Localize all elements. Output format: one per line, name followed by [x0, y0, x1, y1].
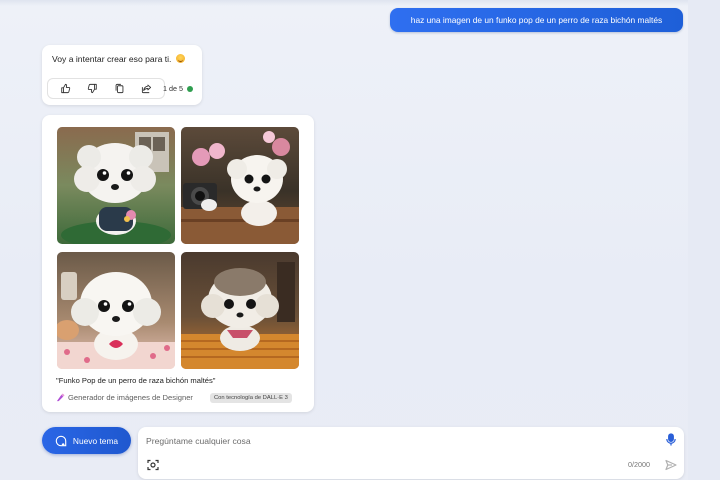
- generated-image-2[interactable]: [181, 127, 299, 244]
- user-message-bubble: haz una imagen de un funko pop de un per…: [390, 8, 683, 32]
- generated-image-4[interactable]: [181, 252, 299, 369]
- chat-input[interactable]: [146, 433, 646, 449]
- page-count: 1 de 5: [163, 84, 183, 93]
- user-message-text: haz una imagen de un funko pop de un per…: [410, 15, 663, 25]
- composer: 0/2000: [138, 427, 684, 479]
- share-button[interactable]: [139, 81, 155, 97]
- right-gutter: [688, 0, 720, 480]
- copy-icon: [115, 83, 124, 94]
- dalle-badge: Con tecnología de DALL·E 3: [210, 393, 292, 403]
- image-scan-icon[interactable]: [147, 459, 159, 471]
- thumbs-down-icon: [87, 83, 97, 94]
- smiling-face-icon: [175, 54, 185, 63]
- image-caption: "Funko Pop de un perro de raza bichón ma…: [56, 376, 216, 385]
- page-top-fade: [0, 0, 720, 6]
- send-icon[interactable]: [665, 459, 677, 471]
- dog-garden-image: [57, 127, 175, 244]
- char-count: 0/2000: [628, 460, 650, 469]
- new-chat-icon: [55, 435, 67, 446]
- generated-image-1[interactable]: [57, 127, 175, 244]
- bot-reply-text: Voy a intentar crear eso para ti.: [52, 54, 172, 64]
- page-indicator: 1 de 5: [163, 84, 193, 93]
- generated-image-3[interactable]: [57, 252, 175, 369]
- microphone-icon[interactable]: [665, 433, 677, 446]
- thumbs-up-icon: [61, 83, 71, 94]
- designer-label[interactable]: Generador de imágenes de Designer: [68, 393, 193, 402]
- thumbs-down-button[interactable]: [85, 81, 101, 97]
- dog-camera-image: [181, 127, 299, 244]
- copy-button[interactable]: [112, 81, 128, 97]
- bot-reply-text-row: Voy a intentar crear eso para ti.: [52, 54, 185, 64]
- new-topic-label: Nuevo tema: [72, 435, 119, 446]
- bot-reply-card: Voy a intentar crear eso para ti. 1 de 5: [42, 45, 202, 105]
- new-topic-button[interactable]: Nuevo tema: [42, 427, 131, 454]
- dog-textile-image: [181, 252, 299, 369]
- thumbs-up-button[interactable]: [58, 81, 74, 97]
- reply-actions: [47, 78, 165, 99]
- share-icon: [141, 84, 152, 94]
- image-result-card: "Funko Pop de un perro de raza bichón ma…: [42, 115, 314, 412]
- dog-heart-image: [57, 252, 175, 369]
- designer-attribution[interactable]: Generador de imágenes de Designer: [56, 392, 193, 402]
- status-dot: [186, 85, 193, 92]
- designer-icon: [56, 392, 65, 401]
